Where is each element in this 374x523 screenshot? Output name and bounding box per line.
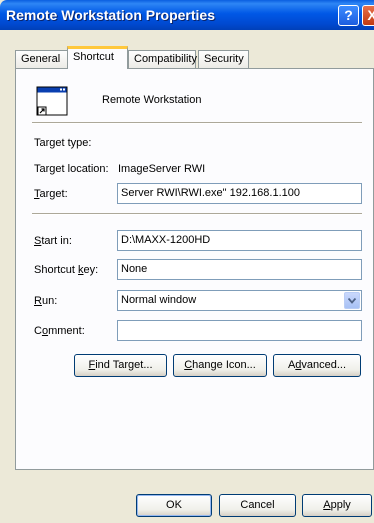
target-location-label: Target location: [34, 163, 109, 175]
run-label: Run: [34, 295, 58, 307]
change-icon-button[interactable]: Change Icon... [173, 354, 267, 377]
apply-button[interactable]: Apply [302, 494, 372, 517]
start-in-field[interactable]: D:\MAXX-1200HD [117, 230, 362, 251]
separator [32, 213, 362, 215]
target-field[interactable]: Server RWI\RWI.exe" 192.168.1.100 [117, 183, 362, 204]
tab-label: Compatibility [134, 53, 197, 65]
start-in-label: Start in: [34, 235, 72, 247]
shortcut-key-label: Shortcut key: [34, 264, 99, 276]
tab-label: General [21, 53, 61, 65]
chevron-down-icon [348, 298, 356, 304]
cancel-button[interactable]: Cancel [219, 494, 296, 517]
window-title: Remote Workstation Properties [6, 7, 216, 23]
ok-button[interactable]: OK [136, 494, 212, 517]
tab-general[interactable]: General [15, 50, 68, 68]
properties-dialog: Remote Workstation Properties ? X Genera… [0, 0, 374, 523]
close-button[interactable]: X [362, 5, 374, 26]
help-button[interactable]: ? [338, 5, 359, 26]
tab-label: Shortcut [73, 51, 114, 63]
advanced-button[interactable]: Advanced... [273, 354, 361, 377]
program-window-icon [36, 86, 68, 116]
tab-shortcut[interactable]: Shortcut [67, 46, 128, 69]
shortcut-key-field[interactable]: None [117, 259, 362, 280]
tab-label: Security [204, 53, 244, 65]
find-target-button[interactable]: Find Target... [74, 354, 167, 377]
help-icon: ? [344, 7, 353, 23]
close-icon: X [367, 7, 374, 23]
tab-compatibility[interactable]: Compatibility [128, 50, 197, 68]
dropdown-button[interactable] [344, 292, 360, 309]
separator [32, 122, 362, 124]
comment-field[interactable] [117, 320, 362, 341]
target-label: Target: [34, 188, 68, 200]
target-type-label: Target type: [34, 137, 92, 149]
tab-security[interactable]: Security [198, 50, 249, 68]
title-bar[interactable]: Remote Workstation Properties ? X [0, 0, 374, 30]
shortcut-name: Remote Workstation [102, 94, 202, 106]
shortcut-panel: Remote Workstation Target type: Target l… [15, 68, 374, 470]
comment-label: Comment: [34, 325, 85, 337]
target-location-value: ImageServer RWI [118, 163, 206, 175]
run-select[interactable]: Normal window [117, 290, 362, 311]
run-select-value: Normal window [121, 294, 197, 306]
